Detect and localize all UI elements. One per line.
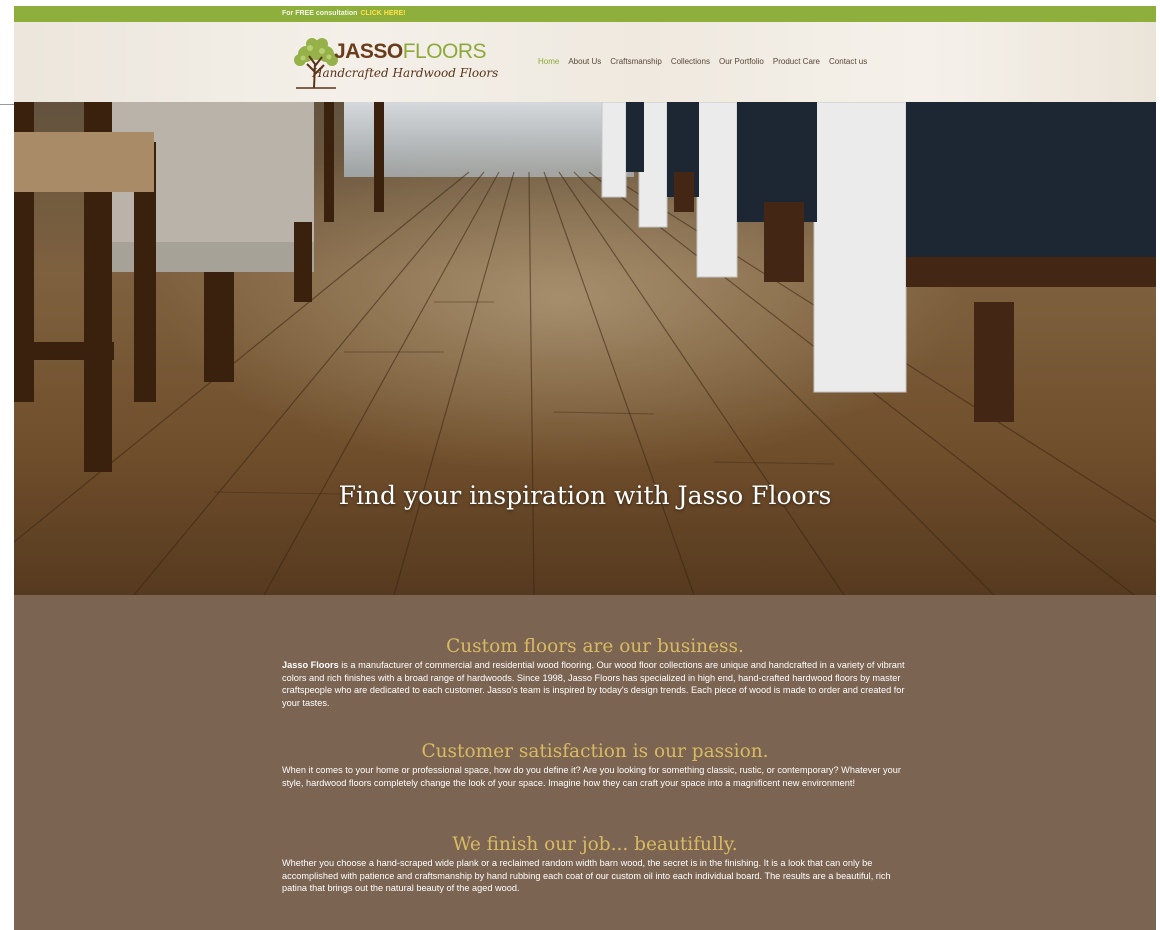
tree-icon [294, 38, 338, 89]
brand-name: JASSOFLOORS [334, 40, 487, 63]
section-body: Whether you choose a hand-scraped wide p… [282, 858, 891, 893]
nav-our-portfolio[interactable]: Our Portfolio [719, 57, 764, 67]
brand-floors: FLOORS [402, 40, 487, 63]
brand-bold: Jasso Floors [282, 660, 339, 670]
hero-floor-image [14, 102, 1156, 595]
section-customer-satisfaction: Customer satisfaction is our passion. Wh… [282, 740, 908, 789]
nav-contact-us[interactable]: Contact us [829, 57, 867, 67]
section-heading: We finish our job... beautifully. [452, 834, 738, 855]
hero-banner: Find your inspiration with Jasso Floors [14, 102, 1156, 595]
section-body: Jasso Floors is a manufacturer of commer… [282, 659, 908, 709]
intro-content: Custom floors are our business. Jasso Fl… [14, 595, 1156, 930]
section-body: When it comes to your home or profession… [282, 765, 901, 788]
section-custom-floors: Custom floors are our business. Jasso Fl… [282, 635, 908, 709]
nav-product-care[interactable]: Product Care [773, 57, 820, 67]
click-here-link[interactable]: CLICK HERE! [360, 10, 405, 17]
nav-craftsmanship[interactable]: Craftsmanship [610, 57, 662, 67]
consultation-bar: For FREE consultation CLICK HERE! [14, 6, 1156, 22]
brand-tagline: Handcrafted Hardwood Floors [312, 66, 499, 80]
brand-jasso: JASSO [334, 40, 403, 63]
nav-home[interactable]: Home [538, 57, 559, 67]
section-finish: We finish our job... beautifully. Whethe… [282, 833, 908, 895]
hero-title: Find your inspiration with Jasso Floors [338, 481, 832, 510]
site-header: JASSOFLOORS Handcrafted Hardwood Floors … [14, 22, 1156, 102]
section-heading: Customer satisfaction is our passion. [421, 741, 769, 762]
nav-about-us[interactable]: About Us [568, 57, 601, 67]
consultation-message: For FREE consultation CLICK HERE! [282, 9, 406, 18]
consultation-text: For FREE consultation [282, 10, 358, 17]
nav-collections[interactable]: Collections [671, 57, 710, 67]
jasso-floors-logo[interactable]: JASSOFLOORS Handcrafted Hardwood Floors [292, 36, 498, 92]
main-nav: Home About Us Craftsmanship Collections … [538, 57, 867, 67]
section-body-text: is a manufacturer of commercial and resi… [282, 660, 905, 708]
section-heading: Custom floors are our business. [446, 636, 744, 657]
website-page: For FREE consultation CLICK HERE! JASSOF… [14, 6, 1156, 930]
